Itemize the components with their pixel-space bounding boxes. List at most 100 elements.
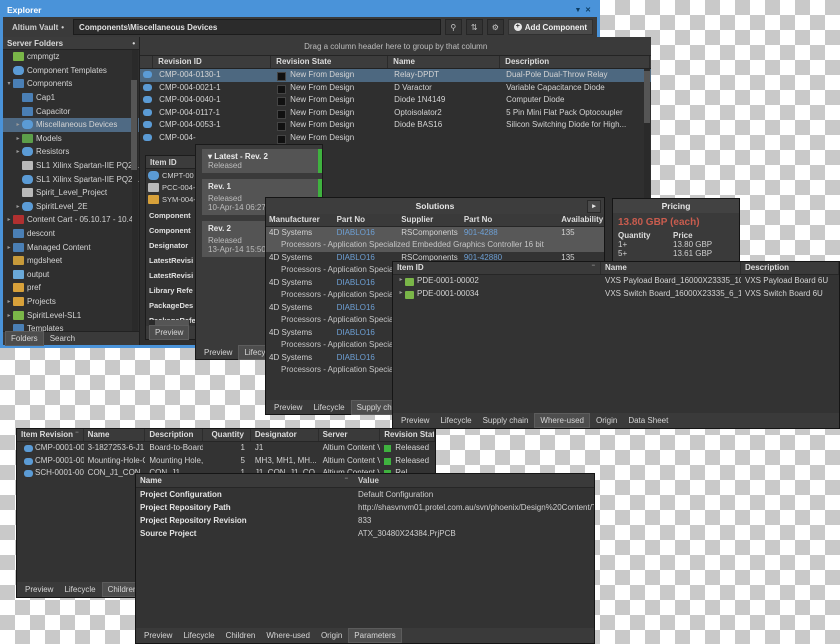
tab-lifecycle[interactable]: Lifecycle [308,401,349,414]
tree-item-8[interactable]: SL1 Xilinx Spartan-IIE PQ2... [3,159,139,173]
tab-preview[interactable]: Preview [199,346,237,359]
expander-icon[interactable]: ▸ [397,289,405,301]
table-row[interactable]: CMP-004-0021-1 New From Design D Varactor V… [140,82,651,95]
tree-expander-icon[interactable]: ▸ [5,216,13,223]
tab-lifecycle[interactable]: Lifecycle [59,583,100,596]
tab-origin[interactable]: Origin [316,629,347,642]
tab-parameters[interactable]: Parameters [348,628,402,643]
tree-expander-icon[interactable]: ▸ [14,203,22,210]
tree-item-13[interactable]: descont [3,227,139,241]
pane-menu-icon[interactable]: • [132,39,135,48]
grid-col-1[interactable]: Revision State [271,56,389,68]
tree-expander-icon[interactable]: ▾ [5,80,13,87]
tree-item-6[interactable]: ▸ Models [3,132,139,146]
tree-item-11[interactable]: ▸ SpiritLevel_2E [3,200,139,214]
grid-scroll-thumb[interactable] [644,71,651,123]
tree-expander-icon[interactable]: ▸ [14,121,22,128]
tree-item-14[interactable]: ▸ Managed Content [3,240,139,254]
tree-item-10[interactable]: Spirit_Level_Project [3,186,139,200]
sync-icon[interactable]: ⇅ [465,19,483,35]
children-col-0[interactable]: Item Revision − [17,429,84,441]
tree-item-5[interactable]: ▸ Miscellaneous Devices [3,117,140,132]
table-row[interactable]: CMP-0001-0011Mounting-Hole-C...Mounting … [17,455,435,468]
tab-origin[interactable]: Origin [591,414,622,427]
table-row[interactable]: CMP-004-0053-1 New From Design Diode BAS16… [140,119,651,132]
tree-item-20[interactable]: Templates [3,322,139,331]
tree-scroll-thumb[interactable] [131,80,138,170]
revision-latest-card[interactable]: ▾ Latest - Rev. 2 Released [202,149,322,173]
children-col-4[interactable]: Designator [251,429,319,441]
close-icon[interactable]: ✕ [583,6,593,14]
children-col-6[interactable]: Revision State [380,429,436,441]
expander-icon[interactable]: ▸ [397,276,405,288]
tree-item-2[interactable]: ▾ Components [3,77,139,91]
expand-arrow-icon[interactable]: ▸ [587,200,601,213]
table-row[interactable]: CMP-004-0117-1 New From Design Optoisolato… [140,107,651,120]
table-row[interactable]: ▸ PDE-0001-00002 VXS Payload Board_16000X2… [393,275,839,288]
solutions-row[interactable]: 4D Systems DIABLO16 RSComponents 901-4288 13… [266,227,604,252]
tab-lifecycle[interactable]: Lifecycle [435,414,476,427]
parameters-col-name[interactable]: Name − [136,474,354,487]
group-by-dropzone[interactable]: Drag a column header here to group by th… [140,37,652,56]
add-component-button[interactable]: + Add Component [507,19,593,35]
where-used-col-1[interactable]: Name [601,262,741,274]
vault-selector[interactable]: Altium Vault • [7,19,70,35]
tree-item-12[interactable]: ▸ Content Cart - 05.10.17 - 10.43 [3,213,139,227]
solutions-col-0[interactable]: Manufacturer [266,214,334,226]
table-row[interactable]: CMP-0001-00103-1827253-6-J1 Board-to-Boar… [17,442,435,455]
tree-expander-icon[interactable]: ▸ [5,312,13,319]
solutions-col-4[interactable]: Availability [558,214,604,226]
tab-search[interactable]: Search [45,332,80,345]
tab-data-sheet[interactable]: Data Sheet [623,414,673,427]
children-col-2[interactable]: Description [145,429,204,441]
grid-col-3[interactable]: Description [500,56,651,68]
collapse-icon[interactable]: ▾ [208,152,212,161]
solutions-col-3[interactable]: Part No [461,214,558,226]
tab-where-used[interactable]: Where-used [261,629,315,642]
tree-expander-icon[interactable]: ▸ [14,135,22,142]
search-icon[interactable]: ⚲ [444,19,462,35]
grid-col-0[interactable]: Revision ID [153,56,272,68]
table-row[interactable]: ▸ PDE-0001-00034 VXS Switch Board_16000X23… [393,288,839,301]
item-id-row[interactable]: CMPT-00 [146,169,196,181]
table-row[interactable]: Project Repository Revision 833 [136,514,594,527]
tree-expander-icon[interactable]: ▸ [5,298,13,305]
minimize-icon[interactable]: ▼ [573,7,583,14]
tree-item-7[interactable]: ▸ Resistors [3,145,139,159]
item-id-row[interactable]: PCC-004- [146,181,196,193]
tree-item-17[interactable]: pref [3,281,139,295]
tree-item-3[interactable]: Cap1 [3,91,139,105]
tree-item-19[interactable]: ▸ SpiritLevel-SL1 [3,308,139,322]
tree-item-15[interactable]: mgdsheet [3,254,139,268]
tab-where-used[interactable]: Where-used [534,413,590,428]
children-col-3[interactable]: Quantity [203,429,251,441]
tree-item-4[interactable]: Capacitor [3,104,139,118]
table-row[interactable]: Source Project ATX_30480X24384.PrjPCB [136,527,594,540]
tab-preview[interactable]: Preview [396,414,434,427]
tab-preview[interactable]: Preview [149,325,190,340]
grid-col-2[interactable]: Name [388,56,501,68]
tab-supply-chain[interactable]: Supply chain [478,414,534,427]
tree-expander-icon[interactable]: ▸ [14,148,22,155]
tab-preview[interactable]: Preview [139,629,177,642]
table-row[interactable]: CMP-004- New From Design [140,132,651,145]
solutions-col-1[interactable]: Part No [334,214,399,226]
item-id-row[interactable]: SYM-004- [146,193,196,205]
children-col-5[interactable]: Server [319,429,381,441]
tree-item-16[interactable]: output [3,268,139,282]
tab-folders[interactable]: Folders [5,331,44,346]
item-id-list[interactable]: CMPT-00 PCC-004- SYM-004- [146,169,196,205]
tree-scrollbar[interactable] [131,50,139,331]
tree-item-9[interactable]: SL1 Xilinx Spartan-IIE PQ2... [3,172,139,186]
tab-preview[interactable]: Preview [269,401,307,414]
tab-preview[interactable]: Preview [20,583,58,596]
where-used-col-0[interactable]: Item ID − [393,262,601,274]
table-row[interactable]: CMP-004-0130-1 New From Design Relay-DPDT D… [140,69,652,82]
where-used-col-2[interactable]: Description [741,262,839,274]
tab-children[interactable]: Children [221,629,261,642]
solutions-col-2[interactable]: Supplier [398,214,461,226]
gear-icon[interactable]: ⚙ [486,19,504,35]
table-row[interactable]: CMP-004-0040-1 New From Design Diode 1N414… [140,94,651,107]
parameters-col-value[interactable]: Value [354,474,594,487]
folder-tree[interactable]: cmpmgtz Component Templates ▾ Components Cap… [3,50,140,331]
